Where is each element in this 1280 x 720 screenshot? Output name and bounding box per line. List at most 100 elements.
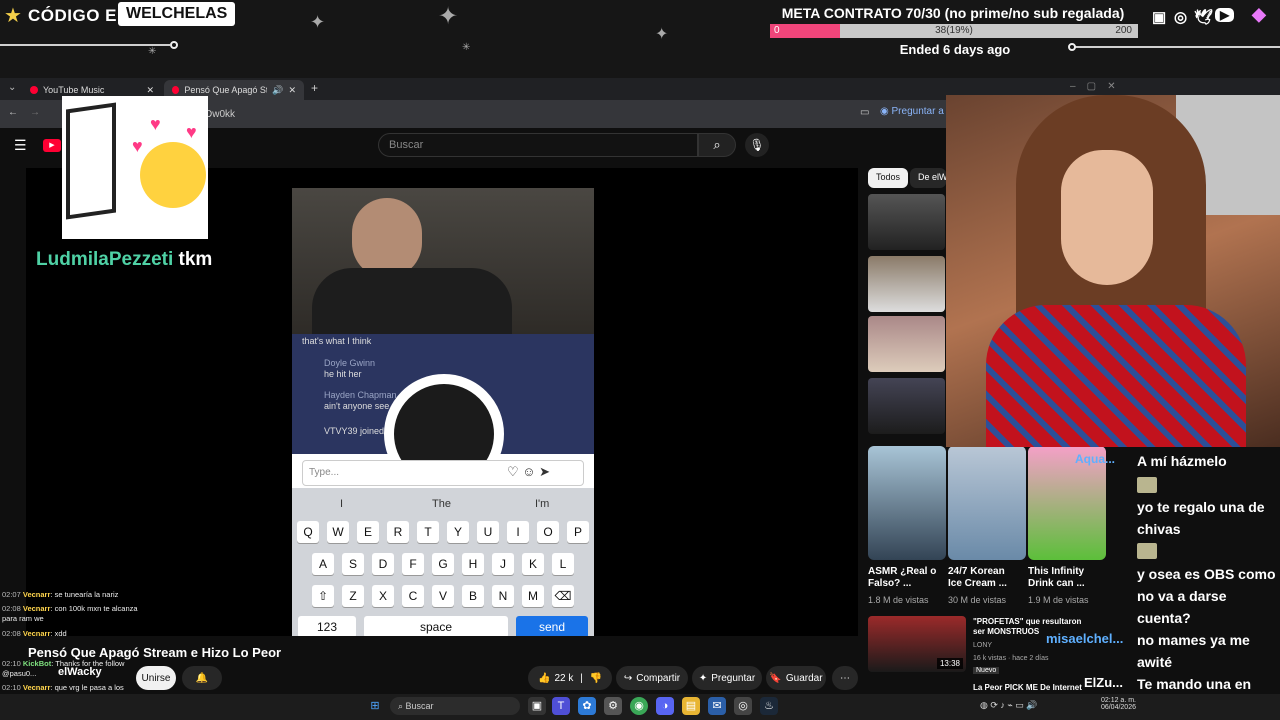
chip-all[interactable]: Todos <box>868 168 909 188</box>
key-s: S <box>342 553 364 575</box>
decor-dot <box>170 41 178 49</box>
back-icon[interactable]: ← <box>8 107 18 118</box>
more-button[interactable]: ⋯ <box>832 666 858 690</box>
mic-button[interactable]: 🎙 <box>745 133 769 157</box>
gem-icon: ◆ <box>1252 4 1266 24</box>
key-l: L <box>552 553 574 575</box>
short-title[interactable]: 24/7 Korean Ice Cream ... <box>948 566 1020 590</box>
short-thumbnail[interactable] <box>868 446 946 560</box>
join-button[interactable]: Unirse <box>136 666 176 690</box>
save-button[interactable]: 🔖 Guardar <box>766 666 826 690</box>
notifications-button[interactable]: 🔔 <box>182 666 222 690</box>
menu-icon[interactable]: ☰ <box>14 137 27 154</box>
tab-list-chevron-icon[interactable]: ⌄ <box>8 82 16 93</box>
forward-icon[interactable]: → <box>30 107 40 118</box>
discord-icon[interactable]: ◑ <box>656 697 674 715</box>
close-icon[interactable]: ✕ <box>288 85 296 96</box>
goal-title: META CONTRATO 70/30 (no prime/no sub reg… <box>781 5 1125 21</box>
search-input[interactable]: Buscar <box>378 133 698 157</box>
ask-google-button[interactable]: ◉ Preguntar a G <box>880 106 954 117</box>
key-m: M <box>522 585 544 607</box>
taskbar-time: 02:12 a. m. <box>1100 697 1136 704</box>
chrome-icon[interactable]: ◉ <box>630 697 648 715</box>
new-tab-button[interactable]: + <box>311 81 318 95</box>
heart-icon: ♥ <box>132 136 143 156</box>
sparkle-icon: ✳ <box>462 42 471 53</box>
share-button[interactable]: ↪ Compartir <box>616 666 688 690</box>
key-x: X <box>372 585 394 607</box>
search-icon: ⌕ <box>398 701 406 711</box>
sparkle-icon: ✦ <box>655 26 669 43</box>
short-title[interactable]: ASMR ¿Real o Falso? ... <box>868 566 940 590</box>
youtube-logo-icon[interactable]: ▶ <box>43 139 61 152</box>
tab-label: YouTube Music <box>43 85 105 95</box>
twitch-icon: ▣ <box>1152 9 1167 26</box>
key-r: R <box>387 521 409 543</box>
url-text[interactable]: Dw0kk <box>205 109 235 120</box>
phone-screen-recording: that's what I think Doyle Gwinn he hit h… <box>292 188 594 636</box>
key-k: K <box>522 553 544 575</box>
system-tray-icons[interactable]: ◍ ⟳ ♪ ⌁ ▭ 🔊 <box>980 700 1038 711</box>
sparkle-icon: ✦ <box>310 12 326 32</box>
settings-icon[interactable]: ⚙ <box>604 697 622 715</box>
video-thumbnail[interactable] <box>868 194 945 250</box>
key-y: Y <box>447 521 469 543</box>
key-o: O <box>537 521 559 543</box>
video-title[interactable]: La Peor PICK ME De Internet <box>973 683 1082 692</box>
obs-icon[interactable]: ◎ <box>734 697 752 715</box>
key-a: A <box>312 553 334 575</box>
person-head <box>352 198 422 278</box>
webcam-person-face <box>1061 150 1153 285</box>
phone-chat-name: Hayden Chapman <box>324 390 397 400</box>
sparkle-icon: ✦ <box>698 672 708 684</box>
key-d: D <box>372 553 394 575</box>
alert-caption: LudmilaPezzeti tkm <box>36 249 213 270</box>
close-icon[interactable]: ✕ <box>146 85 154 96</box>
video-thumbnail[interactable]: 13:38 <box>868 616 966 672</box>
youtube-icon <box>172 86 180 94</box>
ask-button[interactable]: ✦ Preguntar <box>692 666 762 690</box>
like-button[interactable]: 👍 22 k | 👎 <box>528 666 612 690</box>
person-body <box>312 268 512 338</box>
chip-channel[interactable]: De elWa <box>910 168 946 188</box>
short-views: 30 M de vistas <box>948 595 1007 605</box>
teams-icon[interactable]: T <box>552 697 570 715</box>
folder-icon[interactable]: ▤ <box>682 697 700 715</box>
key-t: T <box>417 521 439 543</box>
screen-icon[interactable]: ▭ <box>860 107 869 118</box>
steam-icon[interactable]: ♨ <box>760 697 778 715</box>
thumbs-up-icon: 👍 <box>538 672 551 684</box>
chat-message: y osea es OBS como no va a darse cuenta? <box>1137 566 1276 626</box>
youtube-icon: ▶ <box>1215 8 1235 22</box>
phone-camera-feed <box>292 188 594 338</box>
short-title[interactable]: This Infinity Drink can ... <box>1028 566 1100 590</box>
key-c: C <box>402 585 424 607</box>
app-icon[interactable]: ✉ <box>708 697 726 715</box>
key-f: F <box>402 553 424 575</box>
video-thumbnail[interactable] <box>868 316 945 372</box>
short-thumbnail[interactable] <box>948 446 1026 560</box>
video-thumbnail[interactable] <box>868 378 945 434</box>
left-chat-line: 02:10 KickBot: Thanks for the follow @pa… <box>2 659 125 678</box>
computer-drawing <box>66 102 116 220</box>
video-duration: 13:38 <box>936 658 963 669</box>
chat-emote <box>1137 476 1157 494</box>
windows-start-icon[interactable]: ⊞ <box>366 697 384 715</box>
window-controls[interactable]: – ▢ ✕ <box>1070 81 1116 92</box>
key-n: N <box>492 585 514 607</box>
key-p: P <box>567 521 589 543</box>
video-thumbnail[interactable] <box>868 256 945 312</box>
taskbar-clock[interactable]: 02:12 a. m. 06/04/2026 <box>1096 697 1136 711</box>
copilot-icon[interactable]: ✿ <box>578 697 596 715</box>
key-b: B <box>462 585 484 607</box>
taskbar-search[interactable]: ⌕ Buscar <box>390 697 520 715</box>
space-key: space <box>364 616 508 636</box>
channel-logo-pill: WELCHELAS <box>118 2 236 26</box>
search-icon: ⌕ <box>713 137 721 152</box>
left-chat-line: 02:07 Vecnarr: se tunearía la nariz <box>2 590 119 599</box>
task-view-icon[interactable]: ▣ <box>528 697 546 715</box>
search-button[interactable]: ⌕ <box>698 133 736 157</box>
key-w: W <box>327 521 349 543</box>
decor-dot <box>1068 43 1076 51</box>
short-views: 1.8 M de vistas <box>868 595 929 605</box>
